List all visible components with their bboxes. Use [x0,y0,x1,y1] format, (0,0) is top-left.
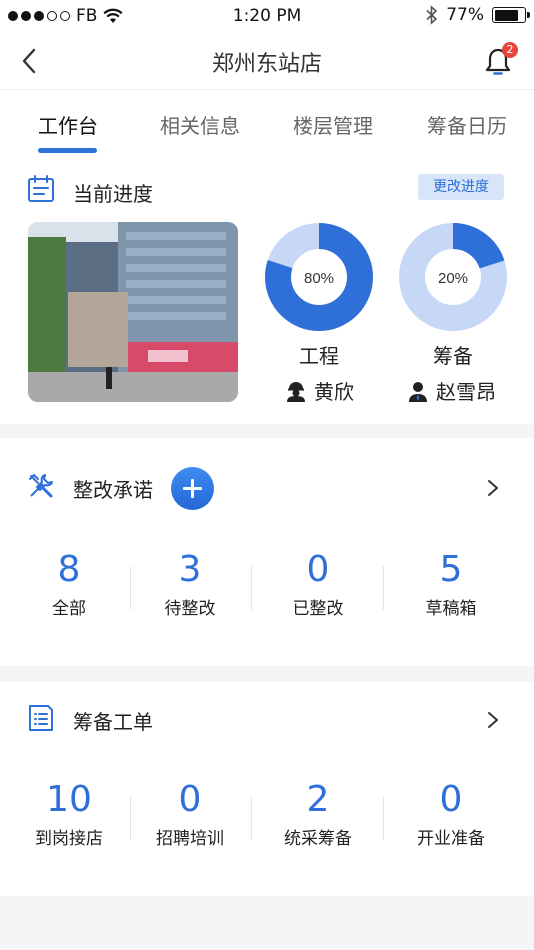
stat-drafts[interactable]: 5 草稿箱 [386,549,516,620]
add-rectification-button[interactable] [171,467,214,510]
divider [251,796,252,840]
stat-label: 全部 [52,599,86,619]
notification-badge: 2 [502,42,518,58]
chevron-right-icon[interactable] [486,710,500,730]
person-avatar-icon [409,381,427,402]
nav-bar: 郑州东站店 2 [0,34,534,90]
tab-workbench[interactable]: 工作台 [38,110,98,139]
stat-onboarding[interactable]: 10 到岗接店 [4,779,134,850]
preparation-progress-ring: 20% [399,223,507,331]
engineering-label: 工程 [299,344,339,368]
ring-percent-text: 20% [438,270,468,287]
status-bar: FB 1:20 PM 77% [0,0,534,34]
store-photo [28,222,238,402]
stat-label: 开业准备 [417,829,485,849]
divider [251,566,252,610]
work-orders-title: 筹备工单 [73,710,153,734]
status-right: 77% [426,5,530,25]
page-title: 郑州东站店 [211,52,322,77]
stat-label: 到岗接店 [35,829,103,849]
engineering-person-name: 黄欣 [314,380,354,404]
stat-value: 8 [57,549,81,590]
ring-percent-text: 80% [304,270,334,287]
change-progress-button[interactable]: 更改进度 [418,174,504,200]
active-tab-indicator [38,148,97,153]
work-orders-stats: 10 到岗接店 0 招聘培训 2 统采筹备 0 开业准备 [0,780,534,860]
stat-opening[interactable]: 0 开业准备 [386,779,516,850]
stat-value: 2 [306,779,330,820]
worker-avatar-icon [287,381,305,402]
stat-label: 统采筹备 [284,829,352,849]
work-orders-header[interactable]: 筹备工单 [0,670,534,770]
divider [383,796,384,840]
preparation-label: 筹备 [433,344,473,368]
list-document-icon [29,705,53,731]
engineering-progress-ring: 80% [265,223,373,331]
tab-preparation-calendar[interactable]: 筹备日历 [427,110,507,139]
tab-bar: 工作台 相关信息 楼层管理 筹备日历 [0,104,534,156]
rectification-title: 整改承诺 [73,478,153,502]
bluetooth-icon [426,5,438,25]
preparation-person: 赵雪昂 [406,376,496,405]
rectification-stats: 8 全部 3 待整改 0 已整改 5 草稿箱 [0,550,534,630]
stat-value: 0 [178,779,202,820]
rectification-header[interactable]: 整改承诺 [0,438,534,538]
preparation-person-name: 赵雪昂 [436,380,496,404]
stat-recruitment[interactable]: 0 招聘培训 [125,779,255,850]
stat-value: 3 [178,549,202,590]
stat-pending[interactable]: 3 待整改 [125,549,255,620]
stat-done[interactable]: 0 已整改 [253,549,383,620]
stat-label: 招聘培训 [156,829,224,849]
work-orders-card: 筹备工单 10 到岗接店 0 招聘培训 2 统采筹备 0 开业准备 [0,682,534,896]
tools-icon [29,473,53,498]
stat-label: 待整改 [164,599,216,619]
stat-value: 0 [439,779,463,820]
stat-value: 10 [46,779,92,820]
tab-related-info[interactable]: 相关信息 [160,110,240,139]
stat-value: 5 [439,549,463,590]
chevron-right-icon[interactable] [486,478,500,498]
stat-value: 0 [306,549,330,590]
store-building-image [28,222,238,402]
stat-procurement[interactable]: 2 统采筹备 [253,779,383,850]
battery-icon [492,7,530,23]
stat-label: 已整改 [292,599,344,619]
calendar-icon [28,175,54,202]
notification-button[interactable]: 2 [484,42,518,78]
engineering-person: 黄欣 [284,376,354,405]
progress-header: 当前进度 更改进度 [0,170,534,210]
divider [383,566,384,610]
stat-label: 草稿箱 [425,599,477,619]
battery-percent: 77% [446,5,484,25]
rectification-card: 整改承诺 8 全部 3 待整改 0 已整改 5 草稿箱 [0,438,534,666]
progress-title: 当前进度 [73,182,153,206]
stat-all[interactable]: 8 全部 [4,549,134,620]
tab-floor-management[interactable]: 楼层管理 [293,110,373,139]
